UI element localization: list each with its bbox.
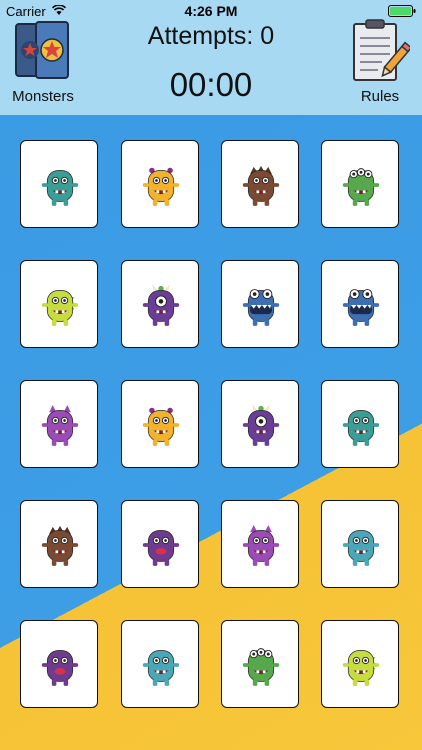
- blue-big-mouth-monster-icon: [342, 289, 380, 326]
- brown-hairy-monster-icon: [41, 525, 79, 566]
- rules-button[interactable]: Rules: [344, 18, 416, 106]
- memory-card[interactable]: [321, 620, 399, 708]
- status-time: 4:26 PM: [184, 3, 238, 19]
- teal-spotted-monster-icon: [342, 530, 380, 566]
- teal-alien-monster-icon: [342, 410, 380, 446]
- yellow-striped-monster-icon: [142, 407, 180, 446]
- memory-card[interactable]: [121, 140, 199, 228]
- rules-clipboard-icon: [353, 19, 410, 81]
- memory-card[interactable]: [321, 260, 399, 348]
- purple-lips-monster-icon: [41, 650, 79, 686]
- memory-card[interactable]: [20, 500, 98, 588]
- green-yellow-dino-monster-icon: [342, 650, 380, 686]
- memory-card[interactable]: [20, 380, 98, 468]
- memory-card[interactable]: [221, 380, 299, 468]
- memory-card[interactable]: [321, 380, 399, 468]
- memory-card[interactable]: [121, 380, 199, 468]
- memory-card[interactable]: [20, 140, 98, 228]
- teal-alien-monster-icon: [41, 170, 79, 206]
- green-yellow-dino-monster-icon: [41, 290, 79, 326]
- memory-card[interactable]: [221, 260, 299, 348]
- memory-card[interactable]: [20, 620, 98, 708]
- memory-card[interactable]: [221, 500, 299, 588]
- memory-card[interactable]: [121, 260, 199, 348]
- purple-cat-monster-icon: [242, 525, 280, 566]
- purple-lips-monster-icon: [142, 530, 180, 566]
- memory-card[interactable]: [121, 500, 199, 588]
- memory-card[interactable]: [20, 260, 98, 348]
- brown-hairy-monster-icon: [242, 165, 280, 206]
- header-bar: Carrier 4:26 PM Monsters Attempts: 0 00:…: [0, 0, 422, 115]
- purple-cat-monster-icon: [41, 405, 79, 446]
- teal-spotted-monster-icon: [142, 650, 180, 686]
- rules-label: Rules: [360, 88, 400, 105]
- memory-card[interactable]: [321, 140, 399, 228]
- memory-card[interactable]: [221, 140, 299, 228]
- purple-cyclops-monster-icon: [242, 404, 280, 446]
- memory-card[interactable]: [321, 500, 399, 588]
- green-three-eyed-monster-icon: [242, 648, 280, 686]
- memory-card[interactable]: [121, 620, 199, 708]
- battery-icon: [388, 5, 416, 17]
- green-three-eyed-monster-icon: [342, 168, 380, 206]
- blue-big-mouth-monster-icon: [242, 289, 280, 326]
- memory-card[interactable]: [221, 620, 299, 708]
- yellow-striped-monster-icon: [142, 167, 180, 206]
- purple-cyclops-monster-icon: [142, 284, 180, 326]
